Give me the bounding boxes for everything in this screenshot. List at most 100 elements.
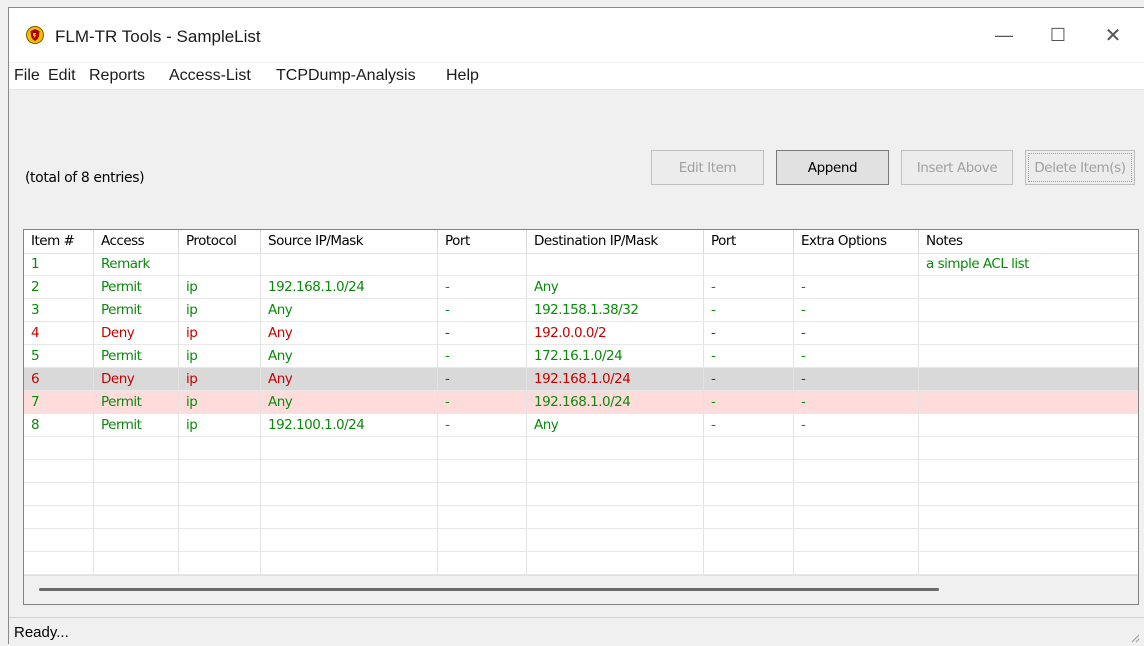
empty-cell bbox=[527, 437, 704, 459]
cell-destination-port: - bbox=[704, 414, 794, 436]
table-row[interactable]: 6 Deny ip Any -192.168.1.0/24- - bbox=[24, 368, 1138, 391]
column-header-item-number[interactable]: Item # bbox=[24, 230, 94, 253]
cell-item-number: 3 bbox=[24, 299, 94, 321]
cell-source-ip-mask: Any bbox=[261, 299, 438, 321]
empty-cell bbox=[794, 437, 919, 459]
empty-cell bbox=[94, 437, 179, 459]
status-bar: Ready... bbox=[9, 617, 1144, 646]
empty-cell bbox=[438, 437, 527, 459]
empty-cell bbox=[527, 529, 704, 551]
cell-extra-options: - bbox=[794, 345, 919, 367]
empty-cell bbox=[261, 506, 438, 528]
horizontal-scrollbar[interactable] bbox=[24, 575, 1138, 604]
menu-reports[interactable]: Reports bbox=[89, 67, 145, 85]
table-row[interactable]: 7 Permit ip Any -192.168.1.0/24- - bbox=[24, 391, 1138, 414]
empty-cell bbox=[527, 506, 704, 528]
empty-cell bbox=[179, 483, 261, 505]
empty-cell bbox=[179, 437, 261, 459]
column-header-destination-port[interactable]: Port bbox=[704, 230, 794, 253]
app-shield-icon bbox=[26, 26, 44, 44]
column-header-extra-options[interactable]: Extra Options bbox=[794, 230, 919, 253]
title-bar[interactable]: FLM-TR Tools - SampleList — ☐ ✕ bbox=[9, 8, 1144, 62]
cell-access: Deny bbox=[94, 368, 179, 390]
empty-cell bbox=[794, 460, 919, 482]
append-button[interactable]: Append bbox=[776, 150, 889, 185]
empty-cell bbox=[704, 529, 794, 551]
table-row[interactable]: 5 Permit ip Any -172.16.1.0/24- - bbox=[24, 345, 1138, 368]
cell-source-port: - bbox=[438, 276, 527, 298]
empty-cell bbox=[438, 483, 527, 505]
empty-cell bbox=[179, 460, 261, 482]
empty-cell bbox=[704, 552, 794, 574]
table-row[interactable]: 2 Permit ip 192.168.1.0/24- Any - - bbox=[24, 276, 1138, 299]
cell-item-number: 4 bbox=[24, 322, 94, 344]
cell-destination-ip-mask: 192.168.1.0/24 bbox=[527, 368, 704, 390]
cell-access: Remark bbox=[94, 253, 179, 275]
empty-row bbox=[24, 483, 1138, 506]
menu-access-list[interactable]: Access-List bbox=[169, 67, 251, 85]
cell-source-port: - bbox=[438, 345, 527, 367]
edit-item-button[interactable]: Edit Item bbox=[651, 150, 764, 185]
column-header-destination-ip-mask[interactable]: Destination IP/Mask bbox=[527, 230, 704, 253]
cell-destination-ip-mask: 192.168.1.0/24 bbox=[527, 391, 704, 413]
column-header-notes[interactable]: Notes bbox=[919, 230, 1138, 253]
maximize-button[interactable]: ☐ bbox=[1035, 18, 1081, 52]
cell-extra-options bbox=[794, 253, 919, 275]
empty-cell bbox=[919, 460, 1138, 482]
column-header-access[interactable]: Access bbox=[94, 230, 179, 253]
cell-destination-port: - bbox=[704, 368, 794, 390]
cell-extra-options: - bbox=[794, 414, 919, 436]
table-row[interactable]: 1 Remark a simple ACL list bbox=[24, 253, 1138, 276]
empty-cell bbox=[794, 552, 919, 574]
cell-destination-ip-mask: 192.158.1.38/32 bbox=[527, 299, 704, 321]
cell-destination-ip-mask: 192.0.0.0/2 bbox=[527, 322, 704, 344]
cell-source-ip-mask: 192.100.1.0/24 bbox=[261, 414, 438, 436]
menu-help[interactable]: Help bbox=[446, 67, 479, 85]
cell-item-number: 8 bbox=[24, 414, 94, 436]
empty-cell bbox=[704, 437, 794, 459]
empty-cell bbox=[438, 460, 527, 482]
cell-item-number: 7 bbox=[24, 391, 94, 413]
cell-protocol: ip bbox=[179, 414, 261, 436]
table-row[interactable]: 3 Permit ip Any -192.158.1.38/32- - bbox=[24, 299, 1138, 322]
menu-edit[interactable]: Edit bbox=[48, 67, 76, 85]
cell-extra-options: - bbox=[794, 322, 919, 344]
empty-cell bbox=[919, 437, 1138, 459]
cell-item-number: 1 bbox=[24, 253, 94, 275]
empty-cell bbox=[261, 483, 438, 505]
column-header-source-ip-mask[interactable]: Source IP/Mask bbox=[261, 230, 438, 253]
empty-cell bbox=[919, 552, 1138, 574]
resize-grip-icon[interactable] bbox=[1128, 631, 1140, 643]
empty-cell bbox=[261, 460, 438, 482]
cell-destination-ip-mask: 172.16.1.0/24 bbox=[527, 345, 704, 367]
insert-above-button[interactable]: Insert Above bbox=[901, 150, 1013, 185]
empty-cell bbox=[919, 483, 1138, 505]
acl-list-view[interactable]: Item # Access Protocol Source IP/Mask Port De… bbox=[23, 229, 1139, 605]
empty-row bbox=[24, 506, 1138, 529]
menu-file[interactable]: File bbox=[14, 67, 40, 85]
menu-bar: File Edit Reports Access-List TCPDump-An… bbox=[9, 63, 1144, 90]
table-row[interactable]: 8 Permit ip 192.100.1.0/24- Any - - bbox=[24, 414, 1138, 437]
delete-items-button[interactable]: Delete Item(s) bbox=[1025, 150, 1135, 185]
table-row[interactable]: 4 Deny ip Any -192.0.0.0/2- - bbox=[24, 322, 1138, 345]
empty-cell bbox=[24, 483, 94, 505]
scrollbar-thumb[interactable] bbox=[39, 588, 939, 591]
empty-cell bbox=[24, 552, 94, 574]
empty-cell bbox=[179, 552, 261, 574]
column-header-protocol[interactable]: Protocol bbox=[179, 230, 261, 253]
close-button[interactable]: ✕ bbox=[1090, 18, 1136, 52]
cell-notes bbox=[919, 299, 1138, 321]
cell-notes: a simple ACL list bbox=[919, 253, 1138, 275]
cell-notes bbox=[919, 414, 1138, 436]
cell-item-number: 6 bbox=[24, 368, 94, 390]
minimize-button[interactable]: — bbox=[981, 18, 1027, 52]
column-header-source-port[interactable]: Port bbox=[438, 230, 527, 253]
cell-source-port bbox=[438, 253, 527, 275]
empty-cell bbox=[919, 506, 1138, 528]
cell-destination-port: - bbox=[704, 345, 794, 367]
empty-cell bbox=[24, 506, 94, 528]
cell-protocol: ip bbox=[179, 391, 261, 413]
menu-tcpdump-analysis[interactable]: TCPDump-Analysis bbox=[276, 67, 416, 85]
empty-row bbox=[24, 460, 1138, 483]
cell-extra-options: - bbox=[794, 368, 919, 390]
